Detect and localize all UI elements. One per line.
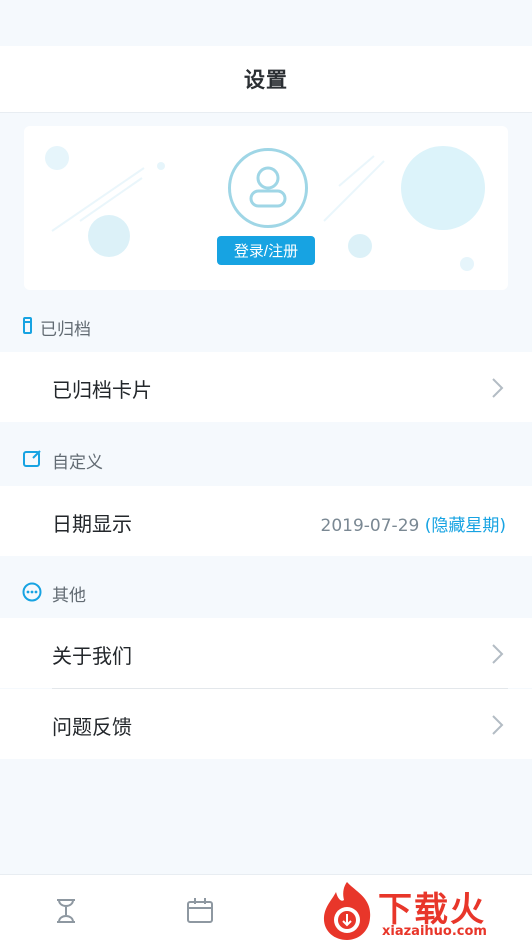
- archive-icon: [23, 317, 32, 334]
- section-header-other: 其他: [0, 570, 532, 614]
- page-title: 设置: [244, 68, 288, 92]
- date-format-note: (隐藏星期): [424, 516, 506, 536]
- feedback-row[interactable]: 问题反馈: [0, 689, 532, 759]
- row-label: 已归档卡片: [52, 378, 152, 402]
- calendar-icon[interactable]: [184, 895, 216, 927]
- chevron-right-icon: [492, 644, 504, 664]
- user-icon: [249, 166, 287, 208]
- flame-logo-icon: [323, 882, 371, 940]
- date-value: 2019-07-29: [320, 516, 420, 536]
- status-bar: [0, 0, 532, 46]
- section-header-archived: 已归档: [0, 304, 532, 348]
- hourglass-icon[interactable]: [50, 895, 82, 927]
- avatar[interactable]: [228, 148, 308, 228]
- login-register-button[interactable]: 登录/注册: [217, 236, 315, 265]
- top-bar: 设置: [0, 46, 532, 113]
- row-label: 关于我们: [52, 644, 132, 668]
- date-display-value: 2019-07-29 (隐藏星期): [321, 511, 506, 536]
- edit-icon: [23, 450, 41, 467]
- more-icon: [22, 582, 42, 602]
- profile-card: 登录/注册: [24, 126, 508, 290]
- about-us-row[interactable]: 关于我们: [0, 618, 532, 688]
- watermark: 下载火 xiazaihuo.com: [310, 876, 532, 946]
- section-header-custom: 自定义: [0, 437, 532, 481]
- section-title: 其他: [52, 586, 86, 606]
- section-title: 自定义: [52, 453, 103, 473]
- row-label: 日期显示: [52, 512, 132, 536]
- archived-cards-row[interactable]: 已归档卡片: [0, 352, 532, 422]
- row-label: 问题反馈: [52, 715, 132, 739]
- date-display-row[interactable]: 日期显示 2019-07-29 (隐藏星期): [0, 486, 532, 556]
- chevron-right-icon: [492, 378, 504, 398]
- chevron-right-icon: [492, 715, 504, 735]
- section-title: 已归档: [40, 320, 91, 340]
- watermark-domain: xiazaihuo.com: [382, 924, 487, 939]
